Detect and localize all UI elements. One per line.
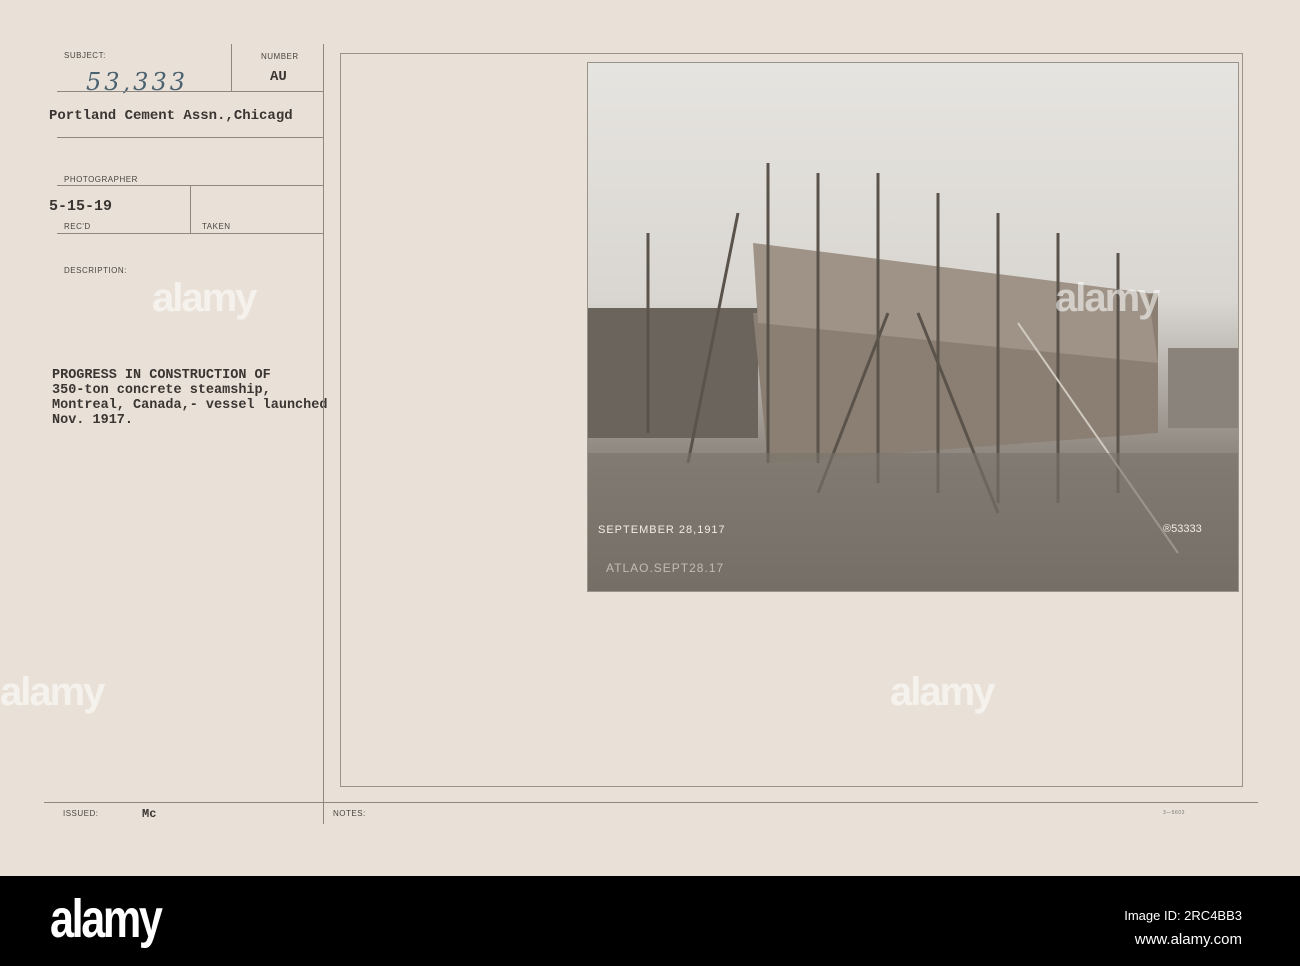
taken-label: TAKEN: [202, 222, 231, 231]
building-right: [1168, 348, 1238, 428]
divider: [57, 137, 323, 138]
divider: [57, 91, 323, 92]
divider: [57, 233, 323, 234]
watermark: alamy: [152, 276, 257, 320]
description: PROGRESS IN CONSTRUCTION OF 350-ton conc…: [52, 368, 328, 428]
description-label: DESCRIPTION:: [64, 266, 127, 275]
photo-number: ®53333: [1163, 523, 1202, 535]
photo-scratch-caption: ATLAO.SEPT28.17: [606, 561, 725, 575]
issued-value: Mc: [142, 807, 157, 821]
source: Portland Cement Assn.,Chicagd: [49, 108, 293, 124]
photo-illustration: [588, 163, 1238, 591]
ship-construction-photo: SEPTEMBER 28,1917 ATLAO.SEPT28.17 ®53333: [587, 62, 1239, 592]
number-value: AU: [270, 69, 287, 85]
archive-card: SUBJECT: 53,333 NUMBER AU Portland Cemen…: [0, 0, 1300, 876]
divider: [44, 802, 1258, 803]
divider: [323, 44, 324, 824]
divider: [231, 44, 232, 92]
number-label: NUMBER: [261, 52, 299, 61]
notes-label: NOTES:: [333, 809, 366, 818]
recd-value: 5-15-19: [49, 198, 113, 215]
building-left: [588, 308, 758, 438]
image-id: Image ID: 2RC4BB3: [1124, 908, 1242, 923]
watermark: alamy: [890, 670, 995, 714]
subject-label: SUBJECT:: [64, 51, 106, 60]
divider: [190, 186, 191, 233]
alamy-url[interactable]: www.alamy.com: [1135, 931, 1242, 948]
photo-date-caption: SEPTEMBER 28,1917: [598, 524, 726, 536]
footer-bar: alamy Image ID: 2RC4BB3 www.alamy.com: [0, 876, 1300, 966]
form-number: 3—5603: [1163, 810, 1185, 816]
recd-label: REC'D: [64, 222, 91, 231]
issued-label: ISSUED:: [63, 809, 99, 818]
watermark: alamy: [1055, 276, 1160, 320]
photographer-label: PHOTOGRAPHER: [64, 175, 138, 184]
alamy-logo: alamy: [50, 889, 163, 949]
watermark: alamy: [0, 670, 105, 714]
